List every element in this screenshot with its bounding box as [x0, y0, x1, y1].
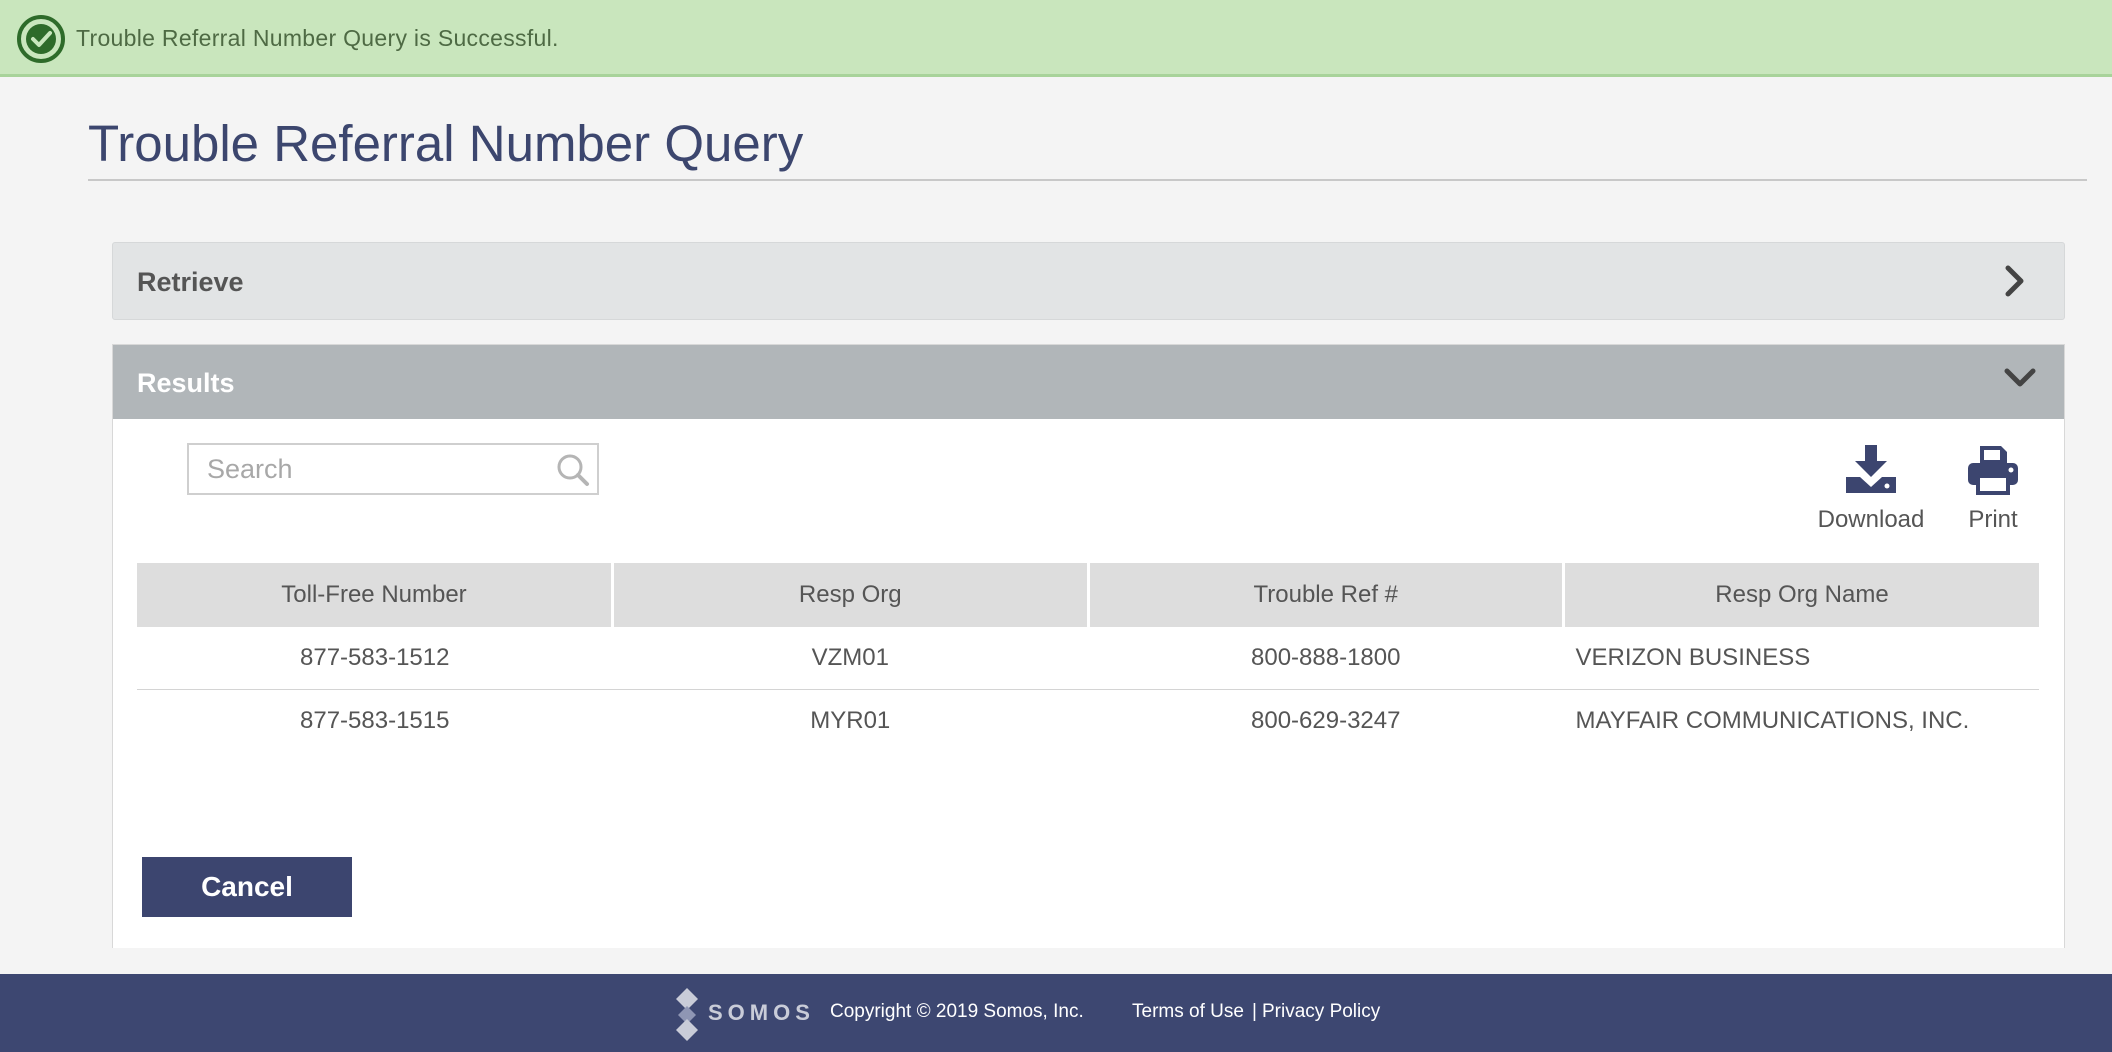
print-button[interactable]: Print: [1943, 443, 2043, 534]
title-divider: [88, 179, 2087, 181]
results-label: Results: [137, 368, 235, 398]
resp-org-cell: MYR01: [810, 707, 891, 734]
privacy-policy-link[interactable]: Privacy Policy: [1262, 1001, 1380, 1023]
download-label: Download: [1817, 506, 1925, 533]
chevron-down-icon[interactable]: [2002, 365, 2038, 391]
column-header-toll-free-number[interactable]: Toll-Free Number: [137, 563, 614, 627]
retrieve-label: Retrieve: [137, 267, 244, 297]
resp-org-cell: VZM01: [612, 627, 1088, 690]
search-box: [187, 443, 599, 495]
page-title: Trouble Referral Number Query: [88, 115, 804, 172]
somos-logo-icon: [676, 988, 698, 1041]
results-table: Toll-Free Number Resp Org Trouble Ref # …: [137, 563, 2039, 752]
logo-wordmark: SOMOS: [708, 1000, 815, 1025]
print-label: Print: [1968, 506, 2018, 533]
success-banner: Trouble Referral Number Query is Success…: [0, 0, 2112, 77]
footer: SOMOS Copyright © 2019 Somos, Inc. Terms…: [0, 974, 2112, 1052]
search-icon[interactable]: [555, 452, 591, 488]
column-header-resp-org-name[interactable]: Resp Org Name: [1563, 563, 2039, 627]
toll-free-number-cell: 877-583-1512: [137, 627, 613, 690]
cancel-button[interactable]: Cancel: [142, 857, 352, 917]
table-row: 877-583-1515 MYR01 800-629-3247 MAYFAIR …: [137, 690, 2039, 753]
terms-of-use-link[interactable]: Terms of Use: [1132, 1001, 1244, 1023]
somos-logo: SOMOS: [670, 986, 820, 1042]
trouble-ref-cell: 800-888-1800: [1088, 627, 1564, 690]
column-header-resp-org[interactable]: Resp Org: [612, 563, 1090, 627]
retrieve-panel-header[interactable]: Retrieve: [112, 242, 2065, 320]
column-header-trouble-ref[interactable]: Trouble Ref #: [1088, 563, 1565, 627]
table-header-row: Toll-Free Number Resp Org Trouble Ref # …: [137, 563, 2039, 627]
printer-icon: [1968, 446, 2018, 495]
check-circle-icon: [17, 15, 65, 63]
download-button[interactable]: Download: [1801, 443, 1941, 534]
results-panel: Results Download Print: [112, 344, 2065, 948]
footer-separator: |: [1252, 1001, 1257, 1022]
copyright-text: Copyright © 2019 Somos, Inc.: [830, 1001, 1084, 1022]
resp-org-name-cell: MAYFAIR COMMUNICATIONS, INC.: [1575, 707, 1970, 734]
chevron-right-icon[interactable]: [2002, 263, 2028, 299]
results-panel-header[interactable]: Results: [113, 345, 2064, 419]
search-input[interactable]: [189, 445, 557, 493]
toll-free-number-cell: 877-583-1515: [300, 707, 450, 734]
download-icon: [1846, 445, 1896, 493]
table-row: 877-583-1512 VZM01 800-888-1800 VERIZON …: [137, 627, 2039, 690]
trouble-ref-cell: 800-629-3247: [1251, 707, 1401, 734]
success-message: Trouble Referral Number Query is Success…: [76, 25, 559, 51]
resp-org-name-cell: VERIZON BUSINESS: [1563, 627, 2039, 690]
